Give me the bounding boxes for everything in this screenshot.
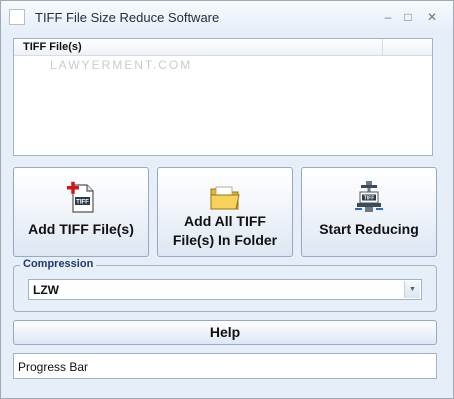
compression-selected-value: LZW [33, 283, 59, 297]
compression-label: Compression [20, 258, 97, 270]
start-reducing-label: Start Reducing [319, 221, 419, 237]
compression-group: Compression LZW ▼ [13, 258, 437, 312]
add-tiff-files-label: Add TIFF File(s) [28, 221, 134, 237]
tiff-file-add-icon: TIFF [67, 181, 94, 213]
main-panel: TIFF File(s) LAWYERMENT.COM TIFF Add TIF… [1, 33, 453, 398]
progress-bar: Progress Bar [13, 353, 437, 379]
progress-bar-text: Progress Bar [18, 360, 89, 374]
chevron-down-icon[interactable]: ▼ [404, 281, 420, 298]
column-header-tiff-files[interactable]: TIFF File(s) [14, 39, 383, 56]
maximize-button[interactable]: □ [399, 8, 417, 26]
app-window: TIFF File Size Reduce Software – □ ✕ TIF… [0, 0, 454, 399]
tiff-file-list[interactable]: TIFF File(s) LAWYERMENT.COM [13, 38, 433, 156]
window-title: TIFF File Size Reduce Software [35, 10, 220, 25]
compression-select[interactable]: LZW ▼ [28, 279, 422, 300]
add-folder-button[interactable]: Add All TIFF File(s) In Folder [157, 167, 293, 257]
watermark-text: LAWYERMENT.COM [50, 58, 193, 72]
minimize-button[interactable]: – [379, 8, 397, 26]
compress-vise-icon: TIFF [355, 181, 383, 212]
add-folder-label-line2: File(s) In Folder [172, 232, 278, 248]
help-button[interactable]: Help [13, 320, 437, 345]
start-reducing-button[interactable]: TIFF Start Reducing [301, 167, 437, 257]
add-tiff-files-button[interactable]: TIFF Add TIFF File(s) [13, 167, 149, 257]
svg-text:TIFF: TIFF [76, 200, 89, 206]
app-icon [9, 9, 25, 25]
close-button[interactable]: ✕ [423, 8, 441, 26]
svg-text:TIFF: TIFF [364, 196, 375, 202]
title-bar[interactable]: TIFF File Size Reduce Software – □ ✕ [1, 1, 453, 33]
folder-open-icon [210, 186, 240, 210]
add-folder-label-line1: Add All TIFF [184, 213, 266, 229]
column-header-filler [383, 39, 432, 56]
list-header: TIFF File(s) [14, 39, 432, 56]
